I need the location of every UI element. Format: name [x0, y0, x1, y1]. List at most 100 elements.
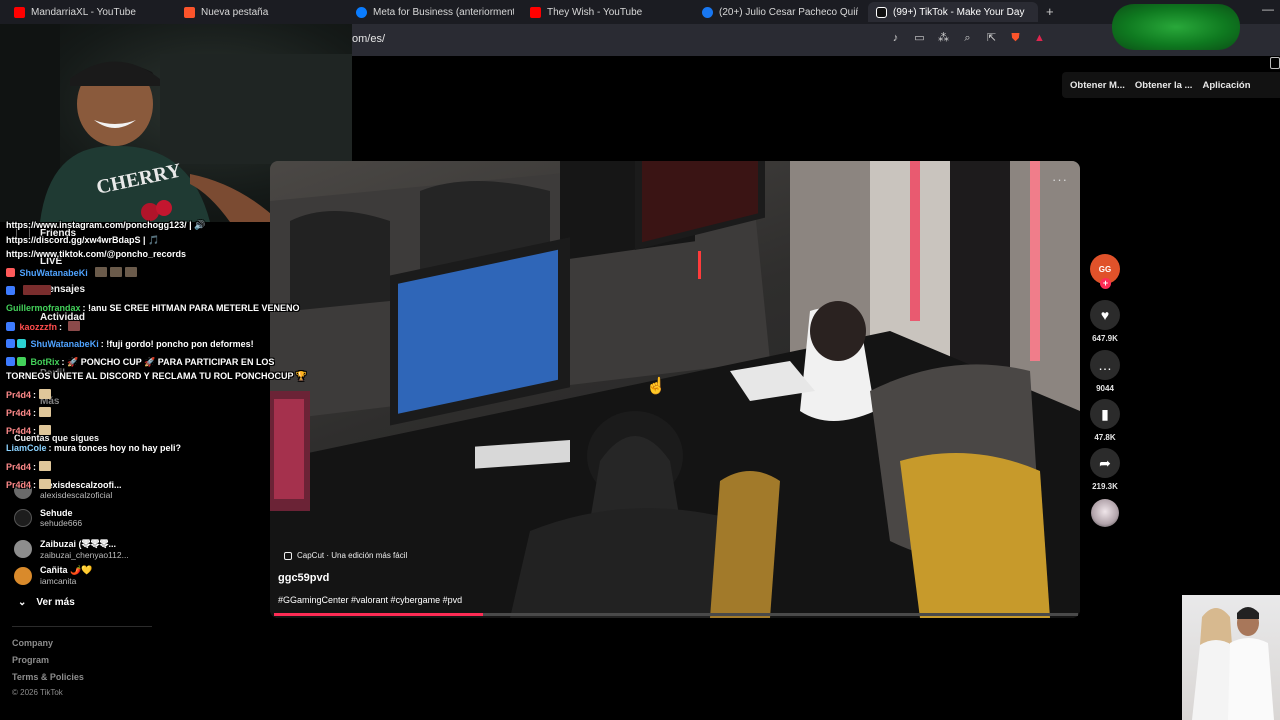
tiktok-header-links: Obtener M... Obtener la ... Aplicación	[1062, 72, 1280, 98]
vip-badge-icon	[17, 339, 26, 348]
tiktok-icon	[876, 6, 887, 18]
sub-badge-icon	[6, 357, 15, 366]
thumbnail-photo	[1182, 595, 1280, 720]
more-options-icon[interactable]: ···	[1052, 172, 1068, 187]
sidebar-divider	[12, 626, 152, 627]
creator-avatar: GG +	[1090, 254, 1120, 289]
mute-icon[interactable]: ♪	[888, 31, 903, 46]
chat-username[interactable]: ShuWatanabeKi	[20, 268, 88, 278]
chat-text: :	[33, 480, 37, 490]
meta-icon	[356, 6, 367, 18]
chat-text: : mura tonces hoy no hay peli?	[48, 443, 182, 453]
capcut-text: CapCut · Una edición más fácil	[297, 551, 408, 560]
new-tab-button[interactable]: +	[1046, 4, 1054, 19]
get-coins-link[interactable]: Obtener M...	[1070, 80, 1125, 91]
like-count: 647.9K	[1092, 334, 1118, 343]
tab-label: (99+) TikTok - Make Your Day	[893, 6, 1025, 18]
browser-tab[interactable]: (20+) Julio Cesar Pacheco Quiñones	[702, 2, 858, 22]
chat-message: Pr4d4:	[6, 479, 52, 490]
following-account[interactable]: Zaibuzai (零零零... zaibuzai_chenyao112...	[14, 537, 129, 560]
chat-username[interactable]: LiamCole	[6, 443, 47, 453]
chat-message: TORNEOS ÚNETE AL DISCORD Y RECLAMA TU RO…	[6, 371, 307, 382]
browser-tab[interactable]: Meta for Business (anteriormente, Fa	[356, 2, 514, 22]
video-player[interactable]	[270, 161, 1080, 618]
mouse-cursor-icon: ☝	[646, 378, 666, 395]
video-hashtags[interactable]: #GGamingCenter #valorant #cybergame #pvd	[278, 595, 462, 605]
chat-username[interactable]: ShuWatanabeKi	[31, 339, 99, 349]
chat-username[interactable]: BotRix	[31, 357, 60, 367]
like-button[interactable]: ♥ 647.9K	[1088, 300, 1122, 343]
chat-text: :	[33, 408, 37, 418]
sidebar-toggle-icon[interactable]	[1270, 57, 1280, 69]
creator-avatar-button[interactable]: GG +	[1088, 254, 1122, 289]
emote-icon	[22, 285, 51, 295]
get-app-link[interactable]: Obtener la ...	[1135, 80, 1193, 91]
creator-badge: GG	[1098, 264, 1112, 274]
chat-text: : !anu SE CREE HITMAN PARA METERLE VENEN…	[82, 303, 300, 313]
chat-text: :	[59, 322, 63, 332]
chat-text: https://www.instagram.com/ponchogg123/ |…	[6, 220, 206, 230]
music-disc-button[interactable]	[1088, 499, 1122, 527]
following-account[interactable]: Sehude sehude666	[14, 508, 82, 528]
account-username: zaibuzai_chenyao112...	[40, 550, 129, 560]
footer-link-program[interactable]: Program	[12, 655, 49, 665]
emote-icon	[39, 425, 52, 435]
chat-text: TORNEOS ÚNETE AL DISCORD Y RECLAMA TU RO…	[6, 371, 308, 381]
sub-badge-icon	[6, 286, 15, 295]
cast-icon[interactable]: ▭	[912, 31, 927, 46]
chat-username[interactable]: Pr4d4	[6, 390, 31, 400]
save-button[interactable]: ▮ 47.8K	[1088, 399, 1122, 442]
chat-username[interactable]: Pr4d4	[6, 426, 31, 436]
youtube-icon	[530, 6, 541, 18]
tab-label: Meta for Business (anteriormente, Fa	[373, 6, 514, 18]
video-author[interactable]: ggc59pvd	[278, 572, 329, 584]
see-more-button[interactable]: ⌄ Ver más	[18, 597, 75, 608]
share-arrow-icon: ➦	[1090, 448, 1120, 478]
account-name: alexisdescalzoofi...	[40, 480, 122, 490]
tab-label: Nueva pestaña	[201, 6, 269, 18]
zoom-icon[interactable]: ⌕	[960, 31, 975, 46]
footer-link-terms[interactable]: Terms & Policies	[12, 672, 84, 682]
chat-message: https://www.tiktok.com/@poncho_records	[6, 249, 186, 259]
chat-username[interactable]: Pr4d4	[6, 408, 31, 418]
comment-count: 9044	[1096, 384, 1114, 393]
follow-plus-icon[interactable]: +	[1100, 278, 1111, 289]
chat-message: https://www.instagram.com/ponchogg123/ |…	[6, 220, 205, 231]
comment-button[interactable]: … 9044	[1088, 350, 1122, 393]
video-progress-bar[interactable]	[274, 613, 1078, 616]
minimize-window-icon[interactable]: —	[1262, 2, 1274, 16]
bot-badge-icon	[17, 357, 26, 366]
browser-tab[interactable]: Nueva pestaña	[184, 2, 344, 22]
tab-label: They Wish - YouTube	[547, 6, 643, 18]
chat-text: :	[33, 462, 37, 472]
app-download-link[interactable]: Aplicación	[1202, 80, 1250, 91]
chat-username[interactable]: Pr4d4	[6, 480, 31, 490]
music-disc-icon	[1091, 499, 1119, 527]
browser-tab-active[interactable]: (99+) TikTok - Make Your Day ✕	[868, 2, 1038, 22]
share-button[interactable]: ➦ 219.3K	[1088, 448, 1122, 491]
censor-blob	[1112, 4, 1240, 50]
chat-username[interactable]: kaozzzfn	[20, 322, 58, 332]
share-icon[interactable]: ⇱	[984, 31, 999, 46]
chat-text: : 🚀 PONCHO CUP 🚀 PARA PARTICIPAR EN LOS	[61, 357, 275, 367]
chat-message: Guillermofrandax: !anu SE CREE HITMAN PA…	[6, 303, 300, 313]
save-count: 47.8K	[1094, 433, 1116, 442]
emote-icon	[125, 267, 138, 277]
chat-username[interactable]: Guillermofrandax	[6, 303, 81, 313]
url-field[interactable]: om/es/	[352, 33, 385, 45]
youtube-icon	[14, 6, 25, 18]
emote-icon	[39, 407, 52, 417]
footer-link-company[interactable]: Company	[12, 638, 53, 648]
browser-tab[interactable]: They Wish - YouTube	[530, 2, 690, 22]
account-name: Sehude	[40, 508, 73, 518]
chat-username[interactable]: Pr4d4	[6, 462, 31, 472]
brave-shield-icon[interactable]: ⛊	[1008, 31, 1023, 46]
browser-tab[interactable]: MandarriaXL - YouTube	[14, 2, 174, 22]
following-account[interactable]: Cañita 🌶️💛 iamcanita	[14, 565, 92, 586]
brave-icon	[184, 6, 195, 18]
brave-rewards-icon[interactable]: ▲	[1032, 31, 1047, 46]
chat-message: Pr4d4:	[6, 461, 52, 472]
couple-photo	[1192, 607, 1274, 720]
emote-icon	[110, 267, 123, 277]
translate-icon[interactable]: ⁂	[936, 31, 951, 46]
